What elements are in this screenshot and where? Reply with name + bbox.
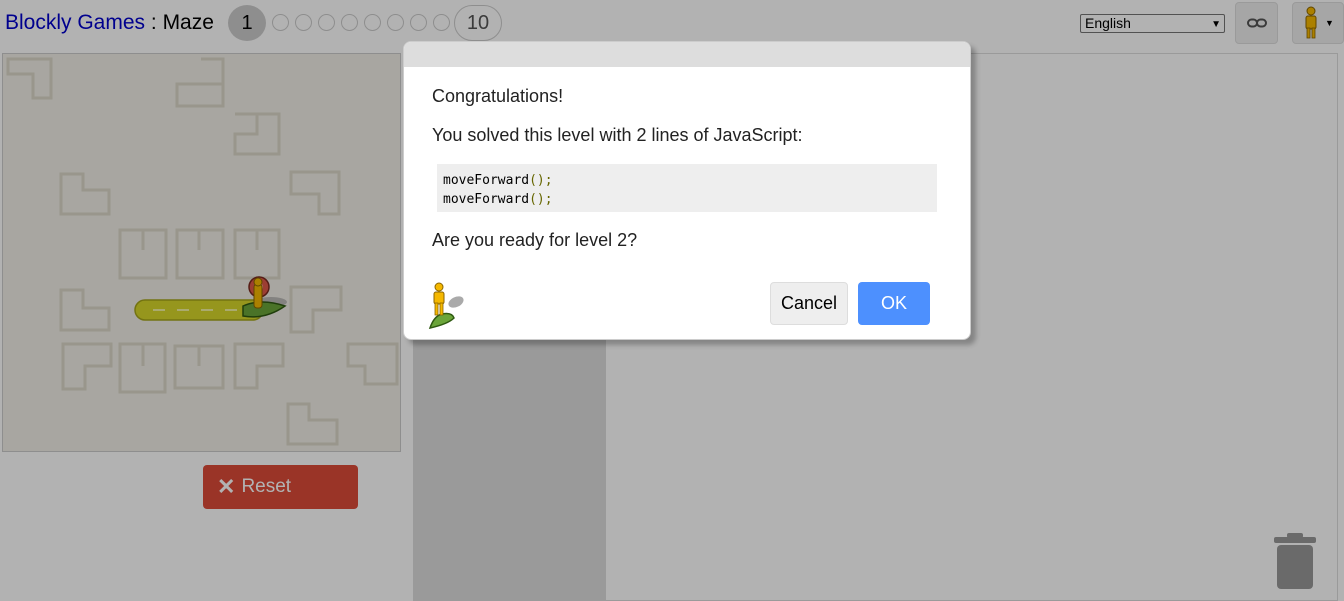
code-line-2: moveForward(); bbox=[443, 192, 553, 207]
dialog-header bbox=[404, 42, 970, 67]
code-block: moveForward(); moveForward(); bbox=[437, 164, 937, 212]
pegman-icon bbox=[428, 282, 464, 330]
code-line-1: moveForward(); bbox=[443, 173, 553, 188]
solution-summary: You solved this level with 2 lines of Ja… bbox=[432, 125, 803, 145]
cancel-button[interactable]: Cancel bbox=[770, 282, 848, 325]
congrats-text: Congratulations! bbox=[432, 86, 564, 106]
level-complete-dialog: Congratulations! You solved this level w… bbox=[403, 41, 971, 340]
ok-button[interactable]: OK bbox=[858, 282, 930, 325]
next-level-prompt: Are you ready for level 2? bbox=[432, 230, 638, 250]
